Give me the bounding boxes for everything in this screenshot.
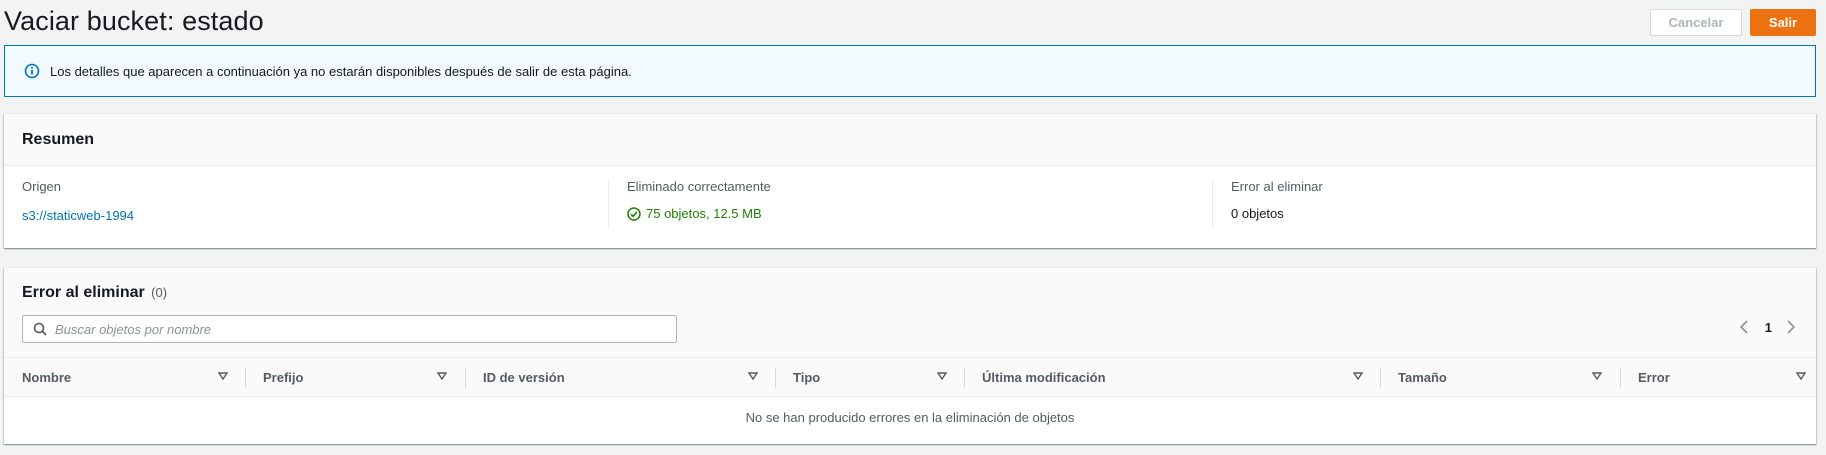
errors-title: Error al eliminar: [22, 284, 145, 301]
column-label: Error: [1638, 369, 1670, 385]
page: Vaciar bucket: estado Cancelar Salir Los…: [0, 0, 1826, 455]
column-label: Nombre: [22, 369, 72, 385]
search-row: 1: [4, 313, 1816, 357]
success-label: Eliminado correctamente: [627, 179, 771, 194]
page-number[interactable]: 1: [1765, 320, 1772, 335]
summary-panel: Resumen Origen s3://staticweb-1994 Elimi…: [4, 113, 1816, 248]
sort-icon: [437, 372, 447, 380]
info-icon: [24, 63, 40, 79]
column-header-last-modified[interactable]: Última modificación: [964, 358, 1380, 396]
pagination: 1: [1739, 319, 1798, 335]
success-column: Eliminado correctamente 75 objetos, 12.5…: [627, 179, 771, 221]
sort-icon: [1796, 372, 1806, 380]
prev-page-icon[interactable]: [1739, 319, 1751, 335]
source-label: Origen: [22, 179, 62, 194]
column-label: Tamaño: [1398, 369, 1447, 385]
empty-table-message: No se han producido errores en la elimin…: [745, 409, 1075, 425]
table-header: Nombre Prefijo ID de versión Tipo Última…: [4, 357, 1816, 397]
sort-icon: [748, 372, 758, 380]
alert-text: Los detalles que aparecen a continuación…: [50, 63, 632, 79]
page-title: Vaciar bucket: estado: [4, 6, 264, 36]
errors-header: Error al eliminar (0): [4, 268, 1816, 313]
column-header-name[interactable]: Nombre: [4, 358, 245, 396]
column-header-prefix[interactable]: Prefijo: [245, 358, 465, 396]
success-check-icon: [627, 206, 641, 221]
error-label: Error al eliminar: [1231, 179, 1323, 194]
column-label: Última modificación: [982, 369, 1106, 385]
sort-icon: [1592, 372, 1602, 380]
search-box[interactable]: [22, 315, 677, 343]
search-input[interactable]: [55, 321, 655, 337]
column-label: ID de versión: [483, 369, 565, 385]
column-header-error[interactable]: Error: [1620, 358, 1816, 396]
search-icon: [33, 322, 47, 336]
success-text: 75 objetos, 12.5 MB: [646, 206, 762, 221]
summary-title: Resumen: [22, 130, 95, 148]
error-value: 0 objetos: [1231, 206, 1284, 221]
sort-icon: [218, 372, 228, 380]
column-divider: [608, 179, 609, 229]
success-value: 75 objetos, 12.5 MB: [627, 206, 771, 221]
column-header-type[interactable]: Tipo: [775, 358, 964, 396]
column-label: Prefijo: [263, 369, 304, 385]
error-column: Error al eliminar 0 objetos: [1231, 179, 1323, 221]
summary-header: Resumen: [4, 114, 1816, 166]
info-alert: Los detalles que aparecen a continuación…: [4, 45, 1816, 97]
errors-count: (0): [151, 285, 168, 300]
sort-icon: [937, 372, 947, 380]
exit-button[interactable]: Salir: [1750, 9, 1816, 36]
column-label: Tipo: [793, 369, 821, 385]
source-link[interactable]: s3://staticweb-1994: [22, 208, 134, 223]
column-header-size[interactable]: Tamaño: [1380, 358, 1620, 396]
source-column: Origen s3://staticweb-1994: [22, 179, 134, 223]
column-header-version-id[interactable]: ID de versión: [465, 358, 775, 396]
summary-columns: Origen s3://staticweb-1994 Eliminado cor…: [4, 166, 1816, 248]
sort-icon: [1353, 372, 1363, 380]
column-divider: [1212, 179, 1213, 229]
next-page-icon[interactable]: [1786, 319, 1798, 335]
cancel-button[interactable]: Cancelar: [1650, 9, 1742, 36]
page-header: Vaciar bucket: estado Cancelar Salir: [0, 0, 1826, 44]
errors-panel: Error al eliminar (0) 1: [4, 267, 1816, 444]
